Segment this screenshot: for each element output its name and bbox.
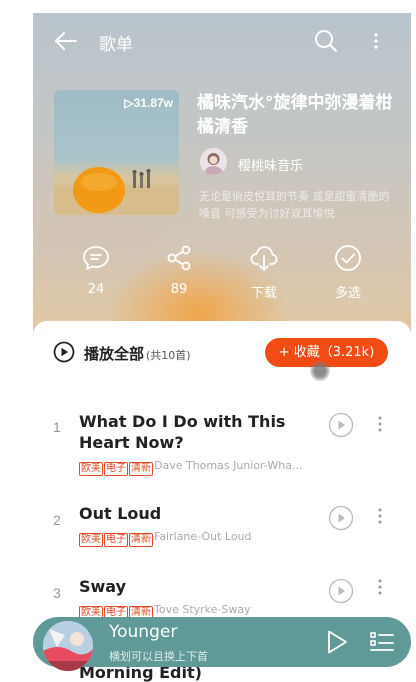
creator-avatar[interactable] <box>200 148 227 175</box>
now-playing-artwork[interactable] <box>43 621 93 671</box>
share-icon <box>167 245 191 271</box>
tag-badge: 电子 <box>104 533 128 547</box>
playlist-name: 橘味汽水°旋律中弥漫着柑橘清香 <box>197 93 393 137</box>
song-title: What Do I Do with This Heart Now? <box>79 412 286 452</box>
comment-count: 24 <box>87 282 105 297</box>
action-row: 24 89 下载 多选 <box>33 243 411 303</box>
back-arrow-icon[interactable] <box>53 27 79 55</box>
creator-name[interactable]: 樱桃味音乐 <box>238 155 303 174</box>
play-all-button[interactable]: 播放全部 (共10首) <box>84 343 191 364</box>
tag-badge: 电子 <box>104 462 128 476</box>
play-icon[interactable] <box>325 629 349 655</box>
more-vertical-icon[interactable] <box>366 27 386 55</box>
song-index: 3 <box>53 585 61 601</box>
download-icon <box>250 246 278 271</box>
phone-screen: 歌单 ▷31.87w 橘味汽水°旋律中弥漫着柑橘清香 樱桃味音乐 无论是俏皮悦耳… <box>33 13 411 682</box>
play-all-label: 播放全部 <box>84 345 145 363</box>
tag-badge: 清新 <box>129 533 153 547</box>
play-circle-icon[interactable] <box>328 505 354 531</box>
multi-select-icon <box>335 245 361 271</box>
play-all-icon[interactable] <box>53 341 75 363</box>
now-playing-title: Younger <box>109 622 178 642</box>
share-button[interactable]: 89 <box>149 243 209 303</box>
page-title: 歌单 <box>99 35 133 55</box>
tag-badge: 欧美 <box>79 533 103 547</box>
comment-icon <box>83 246 109 270</box>
playlist-queue-icon[interactable] <box>369 630 395 654</box>
song-title: Sway <box>79 577 127 596</box>
play-count: ▷31.87w <box>124 96 173 110</box>
top-bar: 歌单 <box>33 27 411 55</box>
play-circle-icon[interactable] <box>328 578 354 604</box>
song-meta: 欧美 电子 清新 Dave Thomas Junior-Wha... <box>79 459 303 476</box>
download-button[interactable]: 下载 <box>234 243 294 303</box>
comment-button[interactable]: 24 <box>66 243 126 303</box>
playlist-description[interactable]: 无论是俏皮悦耳的节奏 或是甜蜜清脆的嗓音 可感受为讨好双耳愉悦 <box>199 188 399 222</box>
song-artist: Dave Thomas Junior-Wha... <box>154 459 303 472</box>
more-vertical-icon[interactable] <box>373 505 387 527</box>
song-index: 1 <box>53 419 61 435</box>
song-meta: 欧美 电子 清新 Fairlane-Out Loud <box>79 530 252 547</box>
playlist-cover[interactable]: ▷31.87w <box>54 90 179 215</box>
tag-badge: 清新 <box>129 462 153 476</box>
song-artist: Tove Styrke-Sway <box>154 603 251 616</box>
search-icon[interactable] <box>313 27 339 55</box>
multi-select-button[interactable]: 多选 <box>318 243 378 303</box>
multi-select-label: 多选 <box>334 286 361 301</box>
now-playing-bar[interactable]: Younger 横划可以且换上下首 <box>33 617 411 671</box>
song-title: Out Loud <box>79 504 162 523</box>
share-count: 89 <box>170 282 188 297</box>
more-vertical-icon[interactable] <box>373 576 387 598</box>
now-playing-hint: 横划可以且换上下首 <box>109 650 208 663</box>
song-index: 2 <box>53 512 61 528</box>
song-count: (共10首) <box>146 349 191 362</box>
song-artist: Fairlane-Out Loud <box>154 530 252 543</box>
more-vertical-icon[interactable] <box>373 413 387 435</box>
play-circle-icon[interactable] <box>328 412 354 438</box>
touch-indicator <box>310 361 330 381</box>
tag-badge: 欧美 <box>79 462 103 476</box>
download-label: 下载 <box>250 286 277 301</box>
